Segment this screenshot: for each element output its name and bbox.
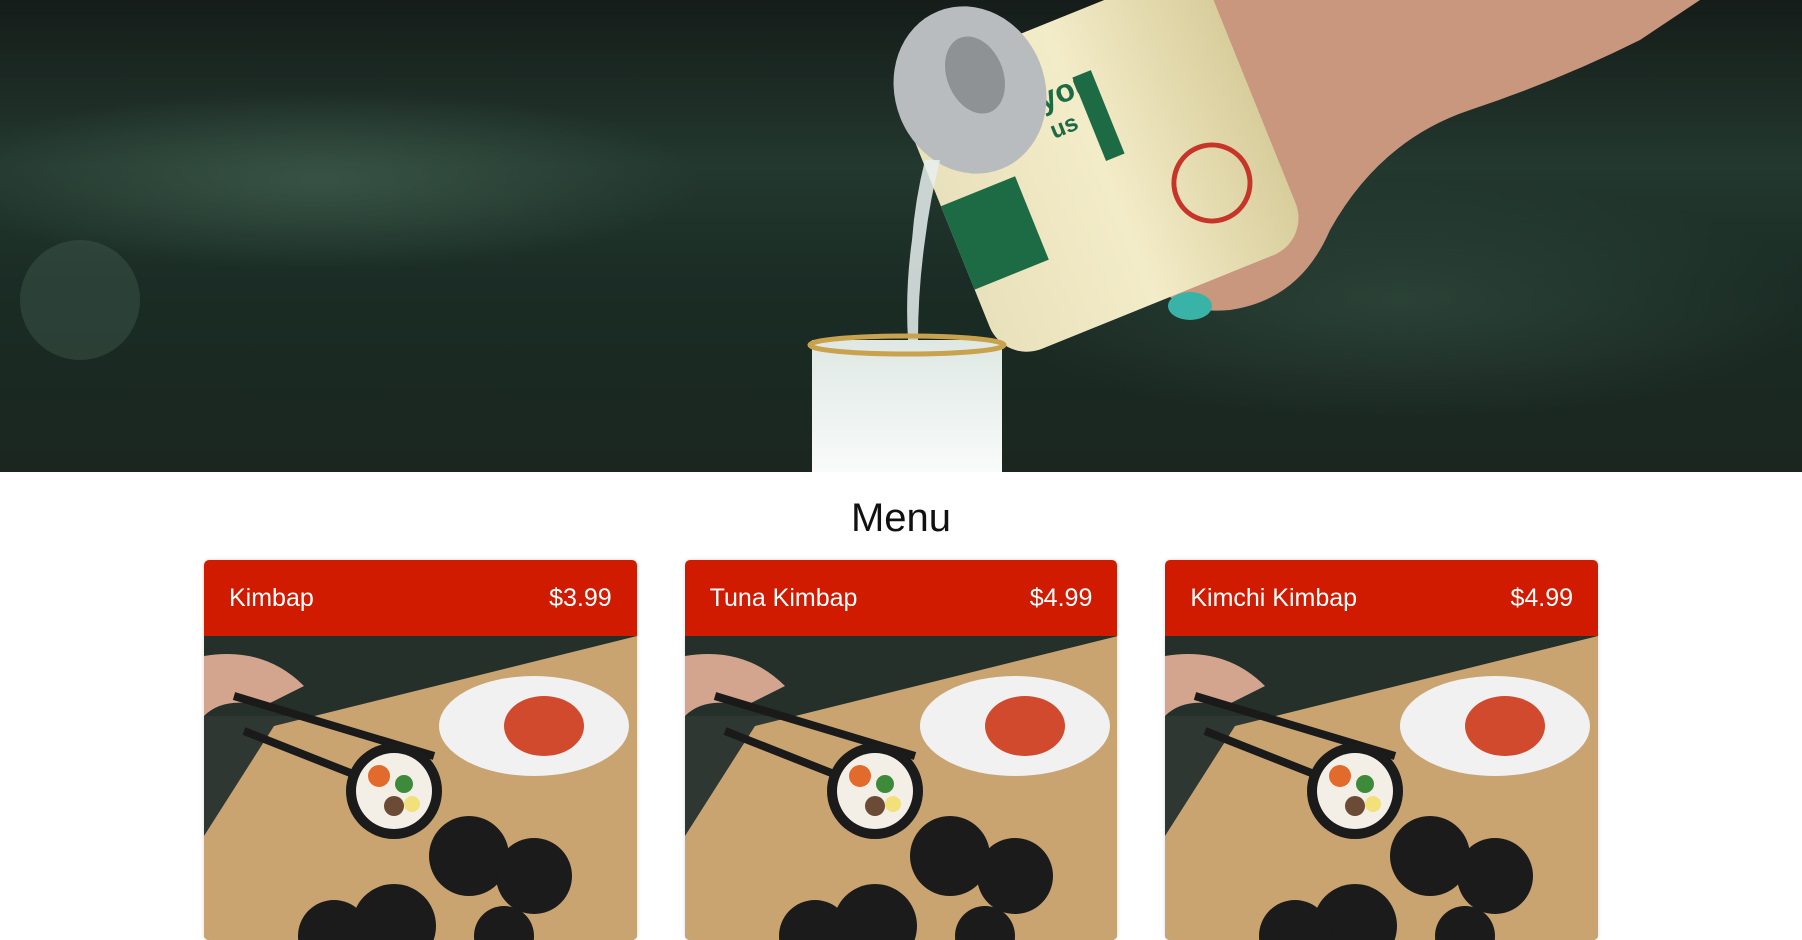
item-name: Tuna Kimbap [709,583,858,612]
card-header: Tuna Kimbap $4.99 [684,560,1118,636]
hero-image: you us [0,0,1802,472]
menu-title: Menu [850,496,952,540]
item-price: $4.99 [1029,583,1093,612]
menu-card-kimchi-kimbap[interactable]: Kimchi Kimbap $4.99 [1165,560,1599,940]
item-name: Kimchi Kimbap [1190,583,1358,612]
menu-card-kimbap[interactable]: Kimbap $3.99 [204,560,637,940]
item-name: Kimbap [229,583,314,612]
menu-card-tuna-kimbap[interactable]: Tuna Kimbap $4.99 [684,560,1118,940]
kimbap-photo [684,636,1118,940]
item-price: $4.99 [1510,583,1574,612]
kimbap-photo [1165,636,1599,940]
card-header: Kimbap $3.99 [204,560,637,636]
card-header: Kimchi Kimbap $4.99 [1165,560,1599,636]
kimbap-photo [204,636,637,940]
item-price: $3.99 [549,583,612,612]
menu-cards: Kimbap $3.99 Tuna Kimbap $4.99 Kimchi Ki… [204,560,1599,940]
